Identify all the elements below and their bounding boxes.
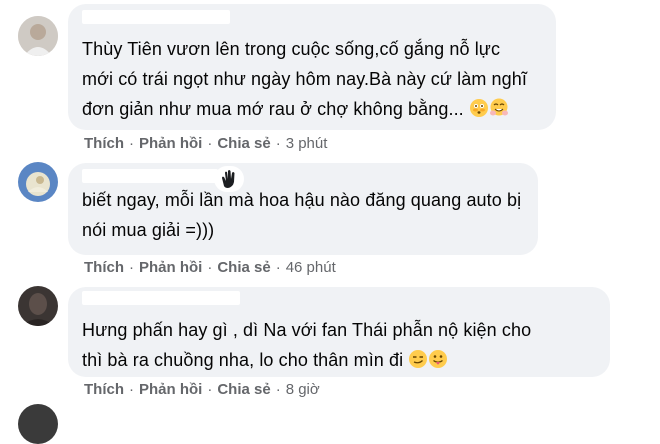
comment-text: Thùy Tiên vươn lên trong cuộc sống,cố gắ…	[82, 34, 542, 127]
comment-text: Hưng phấn hay gì , dì Na với fan Thái ph…	[82, 315, 596, 378]
share-button[interactable]: Chia sẻ	[217, 259, 270, 276]
timestamp[interactable]: 8 giờ	[286, 381, 320, 398]
like-button[interactable]: Thích	[84, 259, 124, 276]
share-button[interactable]: Chia sẻ	[217, 381, 270, 398]
waving-hand-icon	[214, 166, 244, 197]
avatar[interactable]	[18, 286, 58, 326]
redacted-author-name[interactable]	[82, 169, 218, 183]
reply-button[interactable]: Phản hồi	[139, 381, 202, 398]
reply-button[interactable]: Phản hồi	[139, 259, 202, 276]
timestamp[interactable]: 46 phút	[286, 259, 336, 276]
comment-bubble: biết ngay, mỗi lần mà hoa hậu nào đăng q…	[68, 163, 538, 255]
comment-bubble: Hưng phấn hay gì , dì Na với fan Thái ph…	[68, 287, 610, 377]
separator: ·	[275, 259, 281, 276]
hugging-face-icon	[489, 97, 509, 127]
separator: ·	[129, 135, 134, 152]
smirking-face-icon	[408, 348, 428, 378]
share-button[interactable]: Chia sẻ	[217, 135, 270, 152]
like-button[interactable]: Thích	[84, 135, 124, 152]
like-button[interactable]: Thích	[84, 381, 124, 398]
comment-actions: Thích · Phản hồi · Chia sẻ · 3 phút	[84, 135, 327, 152]
avatar[interactable]	[18, 162, 58, 202]
redacted-author-name[interactable]	[82, 10, 230, 24]
flushed-face-icon	[469, 97, 489, 127]
separator: ·	[275, 381, 281, 398]
separator: ·	[207, 259, 213, 276]
separator: ·	[129, 381, 134, 398]
separator: ·	[207, 381, 213, 398]
comment-text: biết ngay, mỗi lần mà hoa hậu nào đăng q…	[82, 190, 522, 240]
separator: ·	[129, 259, 134, 276]
tongue-out-face-icon	[428, 348, 448, 378]
comment-bubble: Thùy Tiên vươn lên trong cuộc sống,cố gắ…	[68, 4, 556, 130]
separator: ·	[275, 135, 281, 152]
comment-actions: Thích · Phản hồi · Chia sẻ · 46 phút	[84, 259, 336, 276]
timestamp[interactable]: 3 phút	[286, 135, 328, 152]
avatar[interactable]	[18, 16, 58, 56]
separator: ·	[207, 135, 213, 152]
avatar-next-comment[interactable]	[18, 404, 58, 444]
reply-button[interactable]: Phản hồi	[139, 135, 202, 152]
comment-actions: Thích · Phản hồi · Chia sẻ · 8 giờ	[84, 381, 320, 398]
redacted-author-name[interactable]	[82, 291, 240, 305]
